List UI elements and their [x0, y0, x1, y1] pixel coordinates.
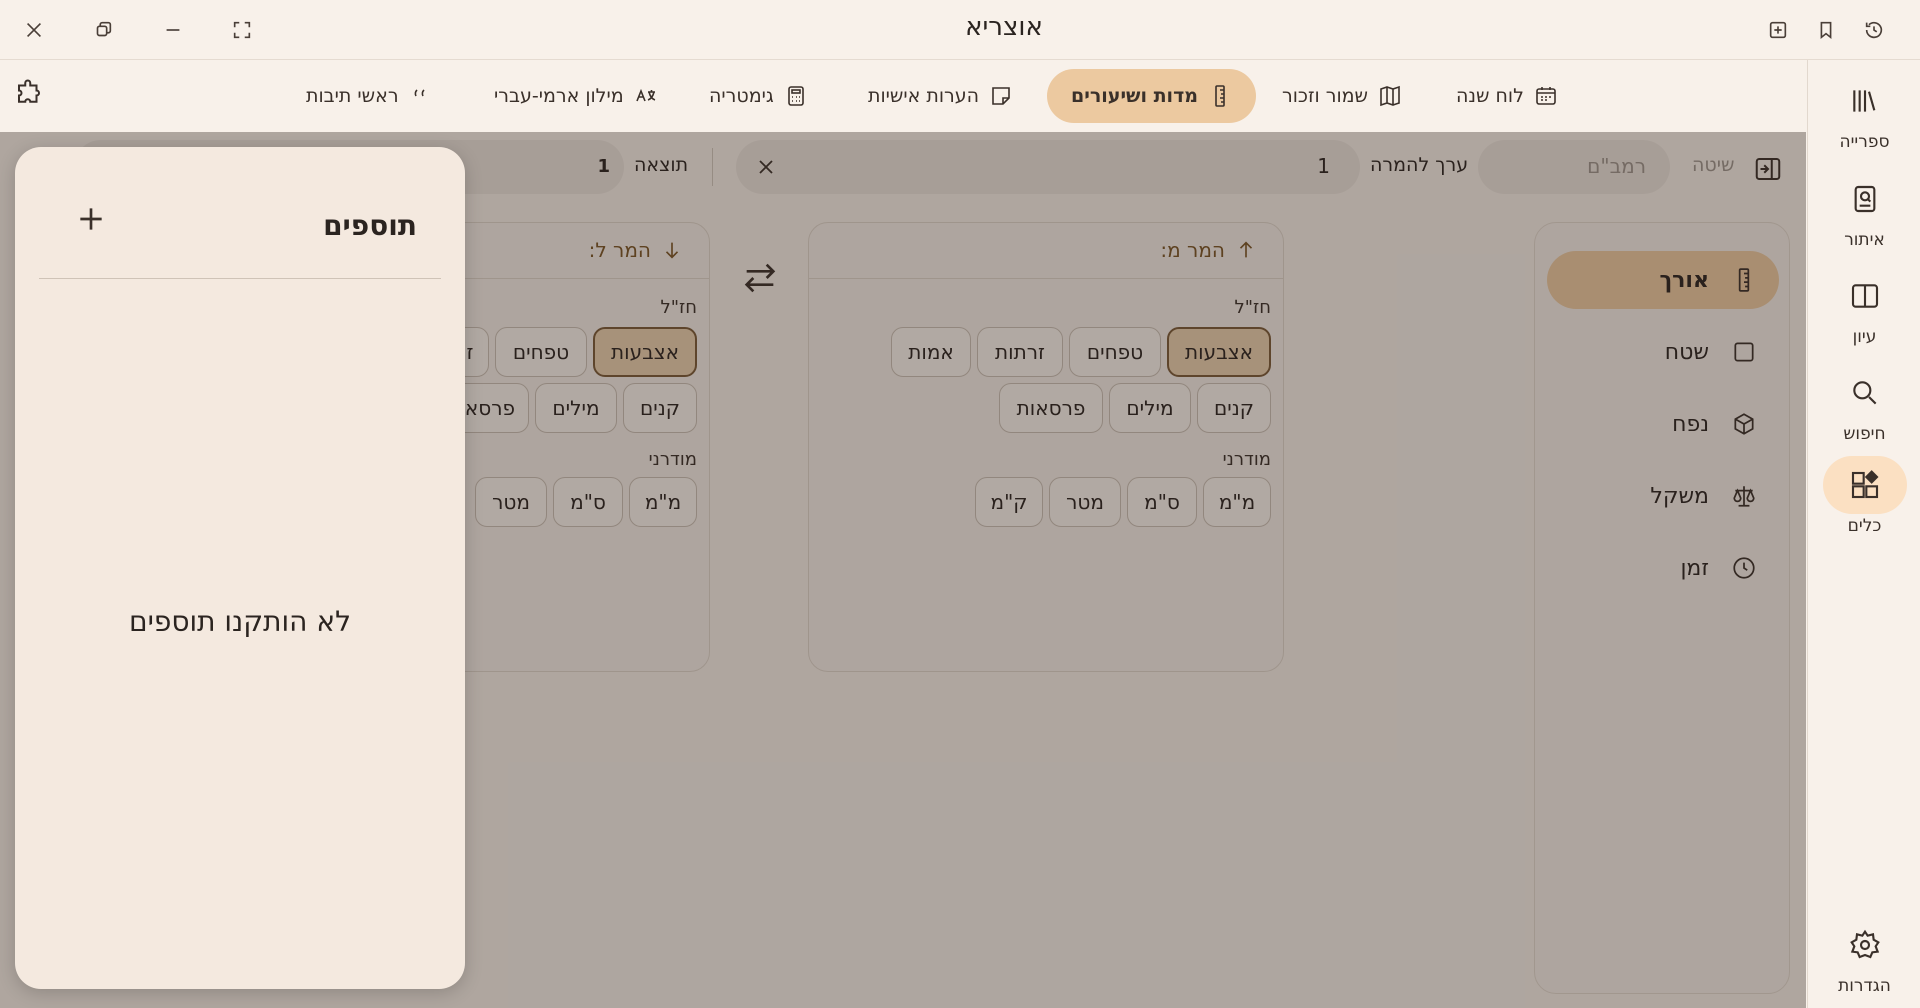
rail-item-search[interactable]: חיפוש [1808, 364, 1920, 454]
bookmark-icon [1820, 21, 1832, 40]
rail-item-study[interactable]: עיון [1808, 267, 1920, 357]
rail-label: איתור [1844, 230, 1885, 250]
bookmark-button[interactable] [1810, 14, 1842, 46]
rail-item-tools[interactable]: כלים [1808, 456, 1920, 546]
rail-label: כלים [1847, 516, 1882, 536]
tab-calendar[interactable]: לוח שנה [1432, 69, 1582, 123]
calendar-grid-icon [1536, 87, 1556, 105]
rail-icon-wrap [1823, 267, 1907, 325]
note-icon [992, 87, 1010, 105]
addons-title: תוספים [323, 209, 417, 242]
addons-panel: תוספים לא הותקנו תוספים [15, 147, 465, 989]
rail-item-library[interactable]: ספרייה [1808, 72, 1920, 162]
tab-label: הערות אישיות [868, 85, 980, 107]
tab-personal-notes[interactable]: הערות אישיות [844, 69, 1037, 123]
empty-state-message: לא הותקנו תוספים [129, 605, 351, 638]
history-icon [1865, 21, 1883, 39]
rail-icon-wrap [1823, 170, 1907, 228]
open-book-icon [1851, 284, 1878, 308]
add-square-icon [1769, 21, 1787, 39]
ruler-icon [1215, 85, 1225, 107]
tab-aramaic-dictionary[interactable]: מילון ארמי-עברי [470, 69, 682, 123]
tab-label: ראשי תיבות [306, 85, 399, 107]
find-book-icon [1854, 185, 1875, 213]
rail-icon-wrap [1823, 72, 1907, 130]
tools-icon [1851, 470, 1879, 499]
search-icon [1852, 381, 1876, 405]
rail-item-settings[interactable]: הגדרות [1808, 916, 1920, 1006]
tab-abbreviations[interactable]: ראשי תיבות [282, 69, 457, 123]
tab-shamor-vezachor[interactable]: שמור וזכור [1258, 69, 1426, 123]
tab-label: גימטריה [709, 85, 774, 107]
rail-icon-wrap [1823, 916, 1907, 974]
app-title: אוצריא [965, 12, 1043, 42]
puzzle-icon [18, 79, 40, 103]
library-icon [1852, 90, 1875, 112]
divider [39, 278, 441, 279]
rail-label: עיון [1852, 327, 1877, 347]
add-addon-button[interactable] [75, 203, 107, 235]
tab-gematria[interactable]: גימטריה [685, 69, 832, 123]
rail-label: חיפוש [1843, 424, 1886, 444]
title-bar: אוצריא [0, 0, 1920, 60]
plus-icon [80, 208, 102, 230]
new-tab-button[interactable] [1762, 14, 1794, 46]
tab-label: מדות ושיעורים [1071, 85, 1198, 107]
tab-label: מילון ארמי-עברי [494, 85, 624, 107]
rail-icon-wrap [1822, 456, 1907, 514]
tool-tab-bar: לוח שנה שמור וזכור מדות ושיעורים הערות א… [0, 60, 1806, 132]
rail-label: ספרייה [1839, 132, 1890, 152]
addons-button[interactable] [14, 78, 46, 110]
settings-icon [1849, 929, 1880, 959]
tab-label: לוח שנה [1456, 85, 1524, 107]
rail-label: הגדרות [1838, 976, 1891, 996]
rail-item-find[interactable]: איתור [1808, 170, 1920, 260]
book-map-icon [1380, 85, 1400, 107]
history-button[interactable] [1858, 14, 1890, 46]
translate-icon [635, 88, 655, 102]
rail-icon-wrap [1823, 364, 1907, 422]
tab-label: שמור וזכור [1282, 85, 1369, 107]
calculator-icon [787, 86, 804, 106]
quote-icon [414, 89, 425, 97]
navigation-rail: ספרייה איתור עיון חיפוש כלים הגדרות [1807, 60, 1920, 1008]
tab-measures[interactable]: מדות ושיעורים [1047, 69, 1256, 123]
